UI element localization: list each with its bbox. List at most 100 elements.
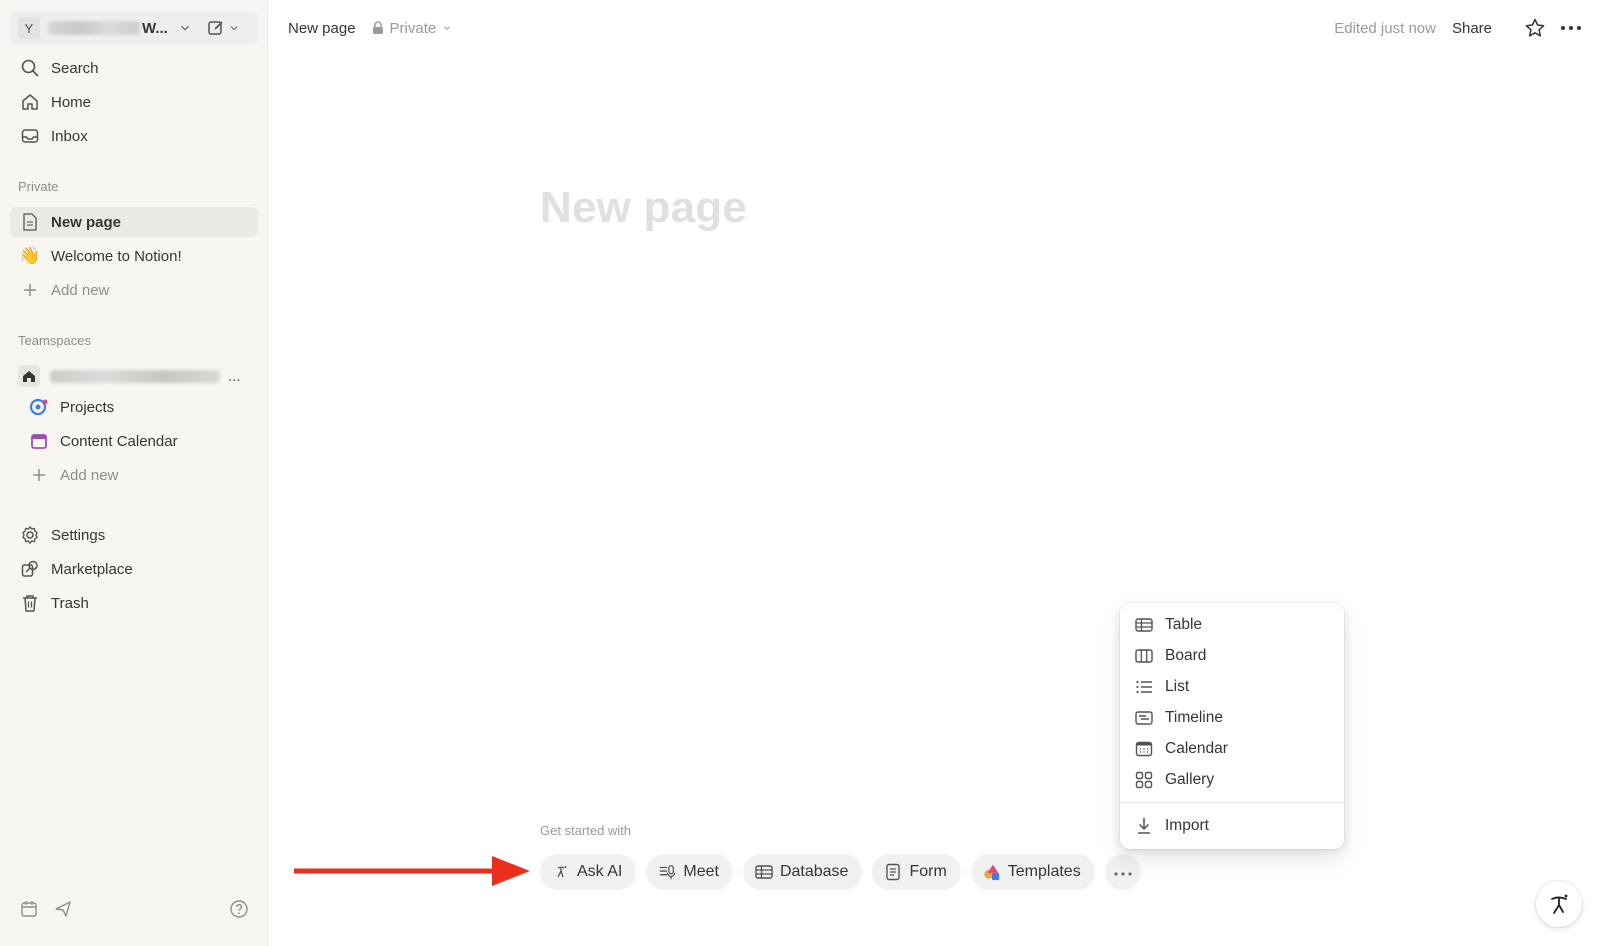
sidebar-item-label: Inbox — [51, 127, 88, 145]
menu-item-list[interactable]: List — [1120, 671, 1344, 702]
chevron-down-icon — [444, 26, 451, 30]
form-icon — [884, 863, 902, 881]
new-page-button[interactable] — [206, 18, 240, 38]
menu-item-import[interactable]: Import — [1120, 810, 1344, 841]
search-icon — [20, 58, 40, 78]
sidebar-item-label: Projects — [60, 398, 115, 416]
chip-label: Ask AI — [577, 863, 623, 880]
marketplace-icon — [20, 559, 40, 579]
gear-icon — [20, 525, 40, 545]
privacy-dropdown[interactable]: Private — [372, 20, 453, 37]
chevron-down-icon — [180, 25, 189, 31]
get-started-label: Get started with — [540, 823, 632, 838]
sidebar-item-label: Marketplace — [51, 560, 133, 578]
calendar-icon — [29, 431, 49, 451]
more-icon[interactable] — [1558, 15, 1584, 41]
menu-item-label: Table — [1165, 615, 1203, 633]
topbar: New page Private Edited just now Share — [268, 0, 1600, 56]
menu-item-calendar[interactable]: Calendar — [1120, 733, 1344, 764]
sidebar-item-marketplace[interactable]: Marketplace — [10, 554, 258, 584]
page-title-placeholder[interactable]: New page — [540, 183, 747, 233]
ai-icon — [552, 863, 570, 881]
inbox-icon — [20, 126, 40, 146]
calendar-app-icon[interactable] — [18, 898, 40, 920]
edited-status: Edited just now — [1334, 19, 1436, 37]
sidebar-item-trash[interactable]: Trash — [10, 588, 258, 618]
sidebar-item-label: Add new — [60, 466, 119, 484]
workspace-name: W... — [142, 19, 168, 37]
teamspace-more: ... — [228, 367, 241, 385]
chip-label: Templates — [1007, 863, 1081, 880]
menu-item-label: Gallery — [1165, 770, 1215, 788]
sidebar-item-label: Add new — [51, 281, 110, 299]
sidebar-item-label: Settings — [51, 526, 106, 544]
more-options-menu: Table Board List Timeline Calendar Galle… — [1120, 603, 1344, 849]
trash-icon — [20, 593, 40, 613]
sidebar-item-new-page[interactable]: New page — [10, 207, 258, 237]
privacy-label: Private — [389, 19, 437, 37]
workspace-avatar: Y — [18, 17, 40, 39]
sidebar-add-new-teamspace[interactable]: Add new — [10, 460, 258, 490]
templates-button[interactable]: Templates — [970, 854, 1095, 890]
list-icon — [1134, 677, 1154, 697]
menu-item-timeline[interactable]: Timeline — [1120, 702, 1344, 733]
sidebar-item-welcome[interactable]: 👋 Welcome to Notion! — [10, 241, 258, 271]
teamspace-workspace[interactable]: ... — [10, 361, 258, 391]
waving-hand-icon: 👋 — [19, 246, 41, 265]
sidebar-item-label: Content Calendar — [60, 432, 178, 450]
sidebar-item-projects[interactable]: Projects — [10, 392, 258, 422]
get-started-chips: Ask AI Meet Database Form Templates — [540, 854, 1141, 890]
compose-icon — [208, 21, 223, 35]
chip-label: Meet — [683, 863, 719, 880]
sidebar-item-label: Home — [51, 93, 92, 111]
sidebar-item-label: Trash — [51, 594, 89, 612]
send-icon[interactable] — [52, 898, 74, 920]
chip-label: Form — [909, 863, 947, 880]
sidebar-item-label: New page — [51, 213, 122, 231]
sidebar: Y W... Search Home Inbox Private New pag… — [0, 0, 268, 946]
more-icon — [1114, 863, 1132, 881]
annotation-arrow — [294, 856, 530, 886]
sidebar-item-label: Search — [51, 59, 99, 77]
menu-item-label: Import — [1165, 816, 1209, 834]
more-options-button[interactable] — [1104, 854, 1141, 890]
workspace-switcher[interactable]: Y W... — [10, 12, 258, 44]
help-icon[interactable] — [228, 898, 250, 920]
menu-divider — [1120, 802, 1344, 803]
calendar-icon — [1134, 739, 1154, 759]
sidebar-item-label: Welcome to Notion! — [51, 247, 182, 265]
menu-item-table[interactable]: Table — [1120, 609, 1344, 640]
sidebar-add-new-private[interactable]: Add new — [10, 275, 258, 305]
sidebar-item-inbox[interactable]: Inbox — [10, 121, 258, 151]
plus-icon — [29, 465, 49, 485]
menu-item-label: Timeline — [1165, 708, 1223, 726]
breadcrumb[interactable]: New page — [288, 20, 356, 37]
import-icon — [1134, 816, 1154, 836]
sidebar-item-search[interactable]: Search — [10, 53, 258, 83]
templates-icon — [983, 863, 1001, 881]
meet-button[interactable]: Meet — [646, 854, 733, 890]
menu-item-board[interactable]: Board — [1120, 640, 1344, 671]
sidebar-item-settings[interactable]: Settings — [10, 520, 258, 550]
star-icon[interactable] — [1522, 15, 1548, 41]
timeline-icon — [1134, 708, 1154, 728]
meet-icon — [658, 863, 676, 881]
chip-label: Database — [779, 863, 849, 880]
form-button[interactable]: Form — [872, 854, 961, 890]
sidebar-footer — [18, 898, 250, 920]
menu-item-label: List — [1165, 677, 1190, 695]
sidebar-item-content-calendar[interactable]: Content Calendar — [10, 426, 258, 456]
table-icon — [755, 863, 773, 881]
ask-ai-button[interactable]: Ask AI — [540, 854, 637, 890]
sidebar-item-home[interactable]: Home — [10, 87, 258, 117]
section-label-private: Private — [18, 179, 59, 194]
notion-ai-fab[interactable] — [1536, 881, 1582, 927]
lock-icon — [372, 21, 383, 34]
database-button[interactable]: Database — [742, 854, 863, 890]
menu-item-gallery[interactable]: Gallery — [1120, 764, 1344, 795]
plus-icon — [20, 280, 40, 300]
share-button[interactable]: Share — [1452, 20, 1492, 37]
ai-face-icon — [1551, 894, 1568, 914]
gallery-icon — [1134, 770, 1154, 790]
home-icon — [20, 92, 40, 112]
